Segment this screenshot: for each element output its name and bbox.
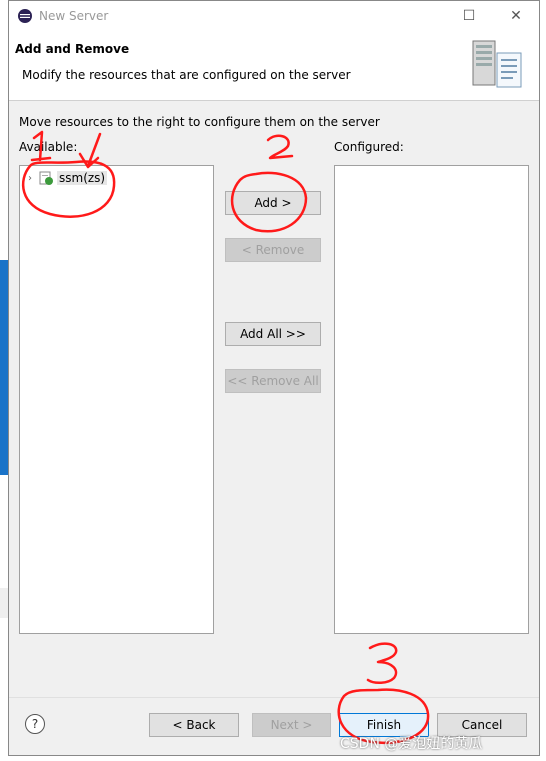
footer-separator xyxy=(9,697,539,698)
list-item-label: ssm(zs) xyxy=(57,171,108,185)
web-project-icon xyxy=(39,171,53,185)
window-title: New Server xyxy=(39,9,109,23)
wizard-header: Add and Remove Modify the resources that… xyxy=(9,31,539,101)
remove-all-button[interactable]: << Remove All xyxy=(225,369,321,393)
new-server-dialog: New Server ☐ ✕ Add and Remove Modify the… xyxy=(8,0,540,756)
close-button[interactable]: ✕ xyxy=(506,6,526,26)
page-description: Modify the resources that are configured… xyxy=(22,68,351,82)
add-all-button[interactable]: Add All >> xyxy=(225,322,321,346)
eclipse-icon xyxy=(18,9,32,23)
add-button[interactable]: Add > xyxy=(225,191,321,215)
remove-button[interactable]: < Remove xyxy=(225,238,321,262)
watermark-text: CSDN @爱泡妞的黄瓜 xyxy=(340,736,483,752)
instruction-text: Move resources to the right to configure… xyxy=(19,115,380,129)
back-button[interactable]: < Back xyxy=(149,713,239,737)
background-app-panel xyxy=(0,260,8,475)
chevron-right-icon[interactable]: › xyxy=(24,173,36,184)
list-item[interactable]: › ssm(zs) xyxy=(24,169,108,187)
title-bar: New Server ☐ ✕ xyxy=(9,1,539,31)
maximize-button[interactable]: ☐ xyxy=(459,6,479,26)
background-app-tab xyxy=(0,588,8,618)
next-button[interactable]: Next > xyxy=(252,713,331,737)
server-wizard-icon xyxy=(472,40,522,88)
available-label: Available: xyxy=(19,140,78,154)
help-icon[interactable]: ? xyxy=(25,714,45,734)
page-title: Add and Remove xyxy=(15,42,130,56)
configured-list[interactable] xyxy=(334,165,529,634)
available-list[interactable]: › ssm(zs) xyxy=(19,165,214,634)
configured-label: Configured: xyxy=(334,140,404,154)
